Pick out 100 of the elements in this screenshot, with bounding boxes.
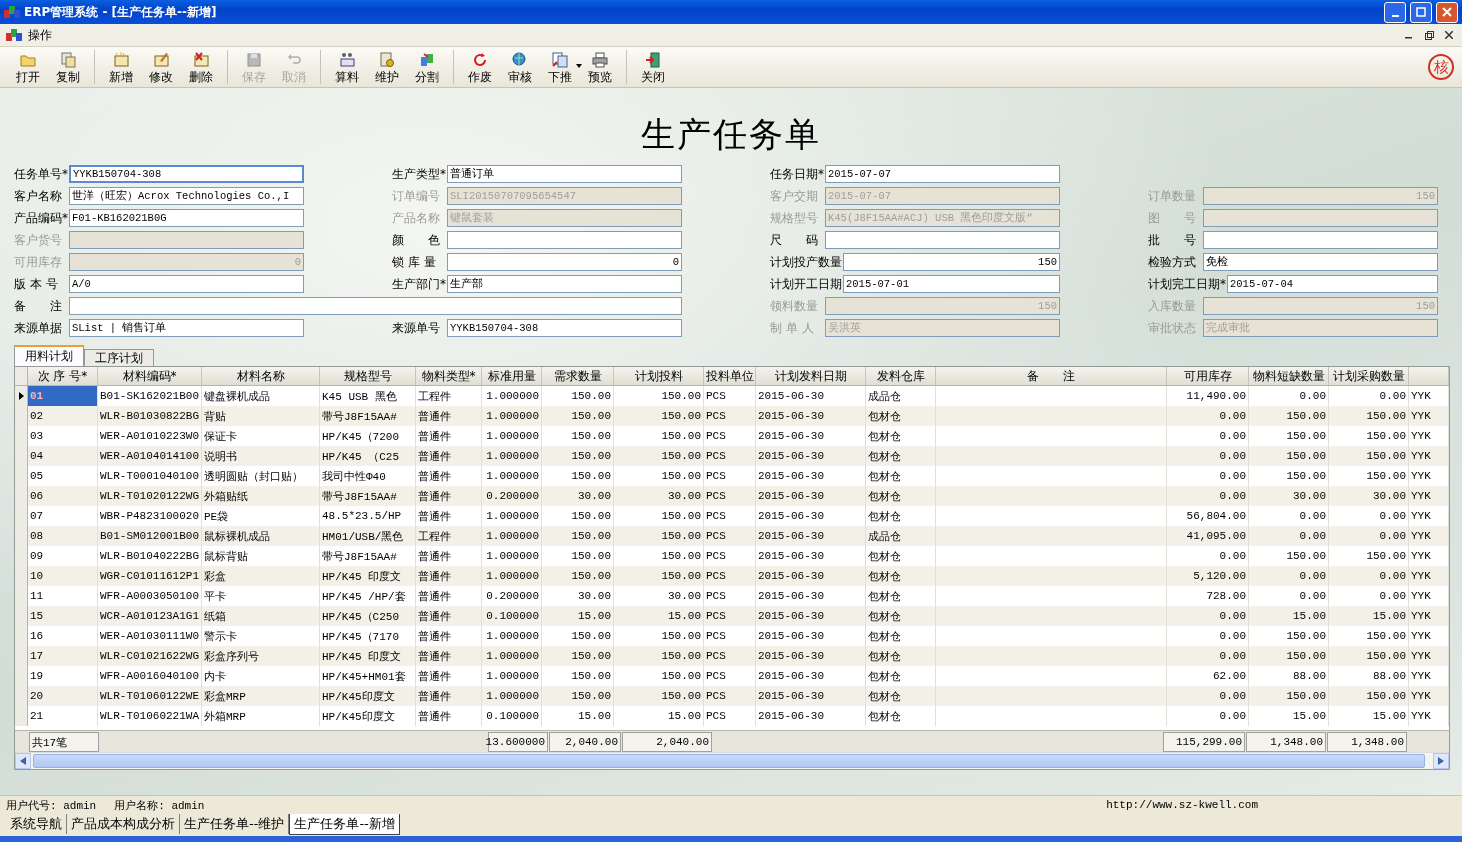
input-field[interactable]: SList | 销售订单 xyxy=(69,319,304,337)
close-icon xyxy=(1442,7,1452,17)
toolbar-button[interactable]: 打开 xyxy=(8,48,48,86)
menu-item[interactable]: 操作 xyxy=(28,27,52,42)
toolbar-button[interactable]: 分割 xyxy=(407,48,447,86)
total-cell: 2,040.00 xyxy=(622,732,712,752)
restore-icon[interactable] xyxy=(1422,29,1436,41)
table-cell: YYK xyxy=(1409,706,1449,726)
input-field[interactable]: 生产部 xyxy=(447,275,682,293)
table-cell: 15.00 xyxy=(614,706,704,726)
table-row[interactable]: 03 WER-A01010223W0 保证卡 HP/K45（7200 普通件 1.000000 150.00 150.00 PCS 2015-06-30 包材仓 0.00 150.00 150.00 YYK xyxy=(15,426,1449,446)
field-label: 订单数量 xyxy=(1148,187,1197,205)
maximize-button[interactable] xyxy=(1410,1,1432,23)
input-field[interactable]: F01-KB162021B0G xyxy=(69,209,304,227)
field-label: 客户名称 xyxy=(14,187,63,205)
table-row[interactable]: 04 WER-A0104014100 说明书 HP/K45 （C25 普通件 1.000000 150.00 150.00 PCS 2015-06-30 包材仓 0.00 150.00 150.00 YYK xyxy=(15,446,1449,466)
column-header[interactable]: 标准用量 xyxy=(482,367,542,385)
input-field[interactable]: 世洋（旺宏）Acrox Technologies Co.,I xyxy=(69,187,304,205)
table-row[interactable]: 20 WLR-T01060122WE 彩盒MRP HP/K45印度文 普通件 1.000000 150.00 150.00 PCS 2015-06-30 包材仓 0.00 150.00 150.00 YYK xyxy=(15,686,1449,706)
total-cell: 115,299.00 xyxy=(1163,732,1245,752)
column-header[interactable]: 计划投料 xyxy=(614,367,704,385)
total-cell: 2,040.00 xyxy=(549,732,621,752)
field-label: 生产类型* xyxy=(392,165,447,183)
window-tab[interactable]: 产品成本构成分析 xyxy=(67,814,180,834)
table-row[interactable]: 21 WLR-T01060221WA 外箱MRP HP/K45印度文 普通件 0.100000 15.00 15.00 PCS 2015-06-30 包材仓 0.00 15.00 15.00 YYK xyxy=(15,706,1449,726)
field-label: 备 注 xyxy=(14,297,63,315)
table-row[interactable]: 05 WLR-T0001040100 透明圆贴（封口贴） 我司中性Φ40 普通件 1.000000 150.00 150.00 PCS 2015-06-30 包材仓 0.00 150.00 150.00 YYK xyxy=(15,466,1449,486)
tab[interactable]: 工序计划 xyxy=(84,349,154,366)
input-field[interactable]: A/0 xyxy=(69,275,304,293)
tab[interactable]: 用料计划 xyxy=(14,345,84,366)
table-row[interactable]: 17 WLR-C01021622WG 彩盒序列号 HP/K45 印度文 普通件 1.000000 150.00 150.00 PCS 2015-06-30 包材仓 0.00 150.00 150.00 YYK xyxy=(15,646,1449,666)
table-row[interactable]: 09 WLR-B01040222BG 鼠标背贴 带号J8F15AA# 普通件 1.000000 150.00 150.00 PCS 2015-06-30 包材仓 0.00 150.00 150.00 YYK xyxy=(15,546,1449,566)
column-header[interactable]: 投料单位 xyxy=(704,367,756,385)
window-tab[interactable]: 系统导航 xyxy=(6,814,67,834)
input-field[interactable]: 免检 xyxy=(1203,253,1438,271)
row-indicator[interactable] xyxy=(15,386,28,406)
input-field[interactable]: 150 xyxy=(843,253,1060,271)
input-field[interactable] xyxy=(825,231,1060,249)
current-row-icon xyxy=(18,392,24,400)
scroll-right-icon[interactable] xyxy=(1438,757,1444,765)
toolbar-button[interactable]: 预览 xyxy=(580,48,620,86)
input-field[interactable]: 0 xyxy=(447,253,682,271)
total-cell: 共17笔 xyxy=(29,732,99,752)
input-field[interactable]: 2015-07-04 xyxy=(1227,275,1438,293)
field-label: 产品编码* xyxy=(14,209,69,227)
column-header[interactable]: 材料名称 xyxy=(202,367,320,385)
column-header[interactable]: 物料类型* xyxy=(416,367,482,385)
table-row[interactable]: 06 WLR-T01020122WG 外箱贴纸 带号J8F15AA# 普通件 0.200000 30.00 30.00 PCS 2015-06-30 包材仓 0.00 30.00 30.00 YYK xyxy=(15,486,1449,506)
column-header[interactable]: 发料仓库 xyxy=(866,367,936,385)
toolbar-button[interactable]: 新增 xyxy=(101,48,141,86)
column-header[interactable]: 计划发料日期 xyxy=(756,367,866,385)
table-row[interactable]: 10 WGR-C01011612P1 彩盒 HP/K45 印度文 普通件 1.000000 150.00 150.00 PCS 2015-06-30 包材仓 5,120.00 0.00 0.00 YYK xyxy=(15,566,1449,586)
toolbar-button[interactable]: 删除 xyxy=(181,48,221,86)
column-header[interactable]: 材料编码* xyxy=(98,367,202,385)
column-header[interactable]: 规格型号 xyxy=(320,367,416,385)
input-field[interactable]: YYKB150704-308 xyxy=(447,319,682,337)
toolbar-button[interactable]: 关闭 xyxy=(633,48,673,86)
field-label: 制 单 人 xyxy=(770,319,815,337)
input-field[interactable] xyxy=(69,297,682,315)
column-header[interactable]: 备 注 xyxy=(936,367,1167,385)
table-row[interactable]: 01 B01-SK162021B00 键盘裸机成品 K45 USB 黑色 工程件 1.000000 150.00 150.00 PCS 2015-06-30 成品仓 11,490.00 0.00 0.00 YYK xyxy=(15,386,1449,406)
split-blocks-icon xyxy=(418,51,436,68)
column-header[interactable]: 物料短缺数量 xyxy=(1249,367,1329,385)
total-cell: 1,348.00 xyxy=(1246,732,1326,752)
input-field[interactable]: 2015-07-01 xyxy=(843,275,1060,293)
table-row[interactable]: 19 WFR-A0016040100 内卡 HP/K45+HM01套 普通件 1.000000 150.00 150.00 PCS 2015-06-30 包材仓 62.00 88.00 88.00 YYK xyxy=(15,666,1449,686)
scroll-left-icon[interactable] xyxy=(20,757,26,765)
table-row[interactable]: 11 WFR-A0003050100 平卡 HP/K45 /HP/套 普通件 0.200000 30.00 30.00 PCS 2015-06-30 包材仓 728.00 0.00 0.00 YYK xyxy=(15,586,1449,606)
toolbar-button[interactable]: 作废 xyxy=(460,48,500,86)
copy-icon xyxy=(59,51,77,68)
toolbar-button[interactable]: 审核 xyxy=(500,48,540,86)
toolbar-button[interactable]: 下推 xyxy=(540,48,580,86)
column-header[interactable]: 次 序 号* xyxy=(28,367,98,385)
field-label: 检验方式 xyxy=(1148,253,1197,271)
input-field[interactable]: 普通订单 xyxy=(447,165,682,183)
toolbar-button[interactable]: 算料 xyxy=(327,48,367,86)
table-row[interactable]: 16 WER-A01030111W0 警示卡 HP/K45（7170 普通件 1.000000 150.00 150.00 PCS 2015-06-30 包材仓 0.00 150.00 150.00 YYK xyxy=(15,626,1449,646)
column-header[interactable]: 需求数量 xyxy=(542,367,614,385)
table-row[interactable]: 07 WBR-P4823100020 PE袋 48.5*23.5/HP 普通件 1.000000 150.00 150.00 PCS 2015-06-30 包材仓 56,804.00 0.00 0.00 YYK xyxy=(15,506,1449,526)
table-row[interactable]: 08 B01-SM012001B00 鼠标裸机成品 HM01/USB/黑色 工程件 1.000000 150.00 150.00 PCS 2015-06-30 成品仓 41,095.00 0.00 0.00 YYK xyxy=(15,526,1449,546)
input-field[interactable] xyxy=(1203,231,1438,249)
close-icon[interactable] xyxy=(1442,29,1456,41)
toolbar-button[interactable]: 修改 xyxy=(141,48,181,86)
table-row[interactable]: 15 WCR-A010123A1G1 纸箱 HP/K45（C250 普通件 0.100000 15.00 15.00 PCS 2015-06-30 包材仓 0.00 15.00 15.00 YYK xyxy=(15,606,1449,626)
calculator-icon xyxy=(338,51,356,68)
input-field[interactable]: YYKB150704-308 xyxy=(69,165,304,183)
maximize-icon xyxy=(1416,7,1426,17)
minimize-button[interactable] xyxy=(1384,1,1406,23)
close-button[interactable] xyxy=(1436,1,1458,23)
toolbar-button[interactable]: 维护 xyxy=(367,48,407,86)
total-cell: 13.600000 xyxy=(488,732,548,752)
toolbar-button[interactable]: 复制 xyxy=(48,48,88,86)
input-field[interactable] xyxy=(447,231,682,249)
column-header[interactable]: 计划采购数量 xyxy=(1329,367,1409,385)
table-row[interactable]: 02 WLR-B01030822BG 背贴 带号J8F15AA# 普通件 1.000000 150.00 150.00 PCS 2015-06-30 包材仓 0.00 150.00 150.00 YYK xyxy=(15,406,1449,426)
column-header[interactable]: 可用库存 xyxy=(1167,367,1249,385)
window-tab[interactable]: 生产任务单--新增 xyxy=(289,814,400,835)
input-field[interactable]: 2015-07-07 xyxy=(825,165,1060,183)
field-label: 版 本 号 xyxy=(14,275,59,293)
horizontal-scrollbar[interactable] xyxy=(15,752,1449,769)
